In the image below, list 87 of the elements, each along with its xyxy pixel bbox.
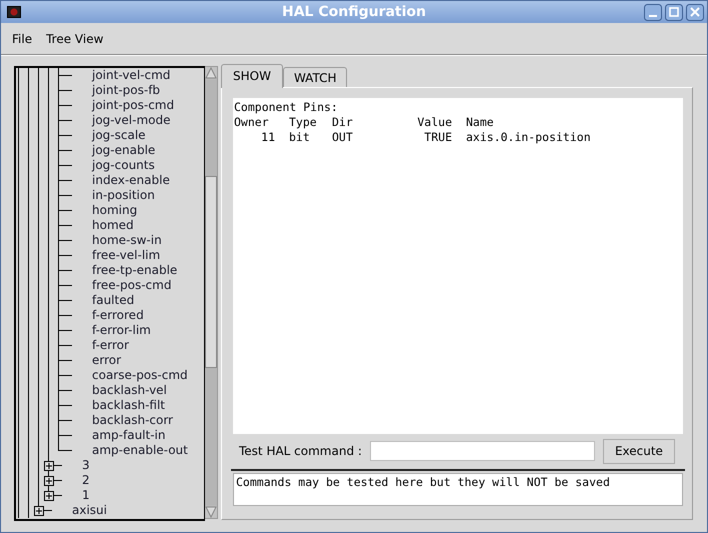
tree-lines-drawing [16,248,73,263]
tree-item[interactable]: backlash-vel [92,383,167,398]
tree-item[interactable]: joint-pos-fb [92,83,160,98]
tree-lines-drawing [16,83,73,98]
tree-lines-drawing [16,398,73,413]
tree-item[interactable]: axisui [72,503,107,518]
tree-item[interactable]: coarse-pos-cmd [92,368,188,383]
tree-lines-drawing [16,203,73,218]
tree-lines-drawing [16,113,73,128]
menu-item[interactable]: Tree View [46,32,104,46]
expand-icon[interactable] [34,506,44,516]
tree-lines-drawing [16,488,63,503]
tree-lines-drawing [16,98,73,113]
tree-item[interactable]: home-sw-in [92,233,162,248]
tab[interactable]: SHOW [221,64,283,88]
tree-item[interactable]: 2 [82,473,90,488]
table-cell-text: OUT [332,130,354,145]
command-field[interactable] [370,441,595,461]
tree-lines-drawing [16,143,73,158]
column-header: Dir [332,115,354,130]
table-cell-text: bit [288,130,311,145]
tree-item[interactable]: f-errored [92,308,144,323]
tree-item[interactable]: free-tp-enable [92,263,178,278]
tree-item[interactable]: jog-enable [92,143,156,158]
tree-item[interactable]: error [92,353,122,368]
tree-item[interactable]: faulted [92,293,134,308]
expand-icon[interactable] [44,476,54,486]
tree-lines-drawing [16,218,73,233]
tree-lines-drawing [16,308,73,323]
tree-lines-drawing [16,188,73,203]
column-header: Owner [234,115,270,130]
tree-item[interactable]: jog-scale [92,128,146,143]
tree-lines-drawing [16,428,73,443]
tree-lines-drawing [16,293,73,308]
table-cell-text: TRUE [423,130,452,145]
tree-lines-drawing [16,368,73,383]
tree-lines-drawing [16,413,73,428]
tree-lines-drawing [16,443,73,458]
column-header: Value [416,115,452,130]
tree-item[interactable]: homing [92,203,138,218]
tree-lines-drawing [16,278,73,293]
execute-button[interactable]: Execute [602,438,675,464]
tree-lines-drawing [16,323,73,338]
scroll-thumb[interactable] [205,176,217,368]
table-cell-text: axis.0.in-position [465,130,592,145]
tree-item[interactable]: joint-pos-cmd [92,98,174,113]
tree-item[interactable]: in-position [92,188,155,203]
column-header: Name [465,115,495,130]
tree-item[interactable]: free-pos-cmd [92,278,172,293]
expand-icon[interactable] [44,461,54,471]
tree-item[interactable]: f-error [92,338,129,353]
table-cell-text: 11 [260,130,275,145]
tree-item[interactable]: joint-vel-cmd [92,68,170,83]
close-button[interactable] [686,4,704,20]
command-label: Test HAL command : [239,444,362,458]
tree-item[interactable]: backlash-corr [92,413,173,428]
tree-lines-drawing [16,458,63,473]
tree-lines-drawing [16,173,73,188]
column-header: Type [288,115,318,130]
tree-lines-drawing [16,263,73,278]
tab[interactable]: WATCH [282,67,348,87]
tree-lines-drawing [16,233,73,248]
tree-item[interactable]: amp-fault-in [92,428,166,443]
tree-lines-drawing [16,383,73,398]
tree-item[interactable]: f-error-lim [92,323,151,338]
tree-item[interactable]: 3 [82,458,90,473]
tree-item[interactable]: amp-enable-out [92,443,188,458]
maximize-button[interactable] [665,4,683,20]
tree-item[interactable]: homed [92,218,134,233]
section-heading: Component Pins: [234,100,339,115]
minimize-button[interactable] [644,4,662,20]
window-title: HAL Configuration [282,4,426,20]
expand-icon[interactable] [44,491,54,501]
tree-item[interactable]: jog-vel-mode [92,113,170,128]
tree-lines-drawing [16,473,63,488]
result-text: Commands may be tested here but they will NOT be saved [236,475,610,489]
tree-item[interactable]: 1 [82,488,90,503]
tree-item[interactable]: jog-counts [92,158,155,173]
app-icon [7,6,21,18]
tree-item[interactable]: index-enable [92,173,170,188]
tree-lines-drawing [16,353,73,368]
tree-lines-drawing [16,158,73,173]
tree-lines-drawing [16,338,73,353]
tree-item[interactable]: backlash-filt [92,398,165,413]
tree-item[interactable]: free-vel-lim [92,248,160,263]
tree-lines-drawing [16,128,73,143]
menu-item[interactable]: File [12,32,32,46]
